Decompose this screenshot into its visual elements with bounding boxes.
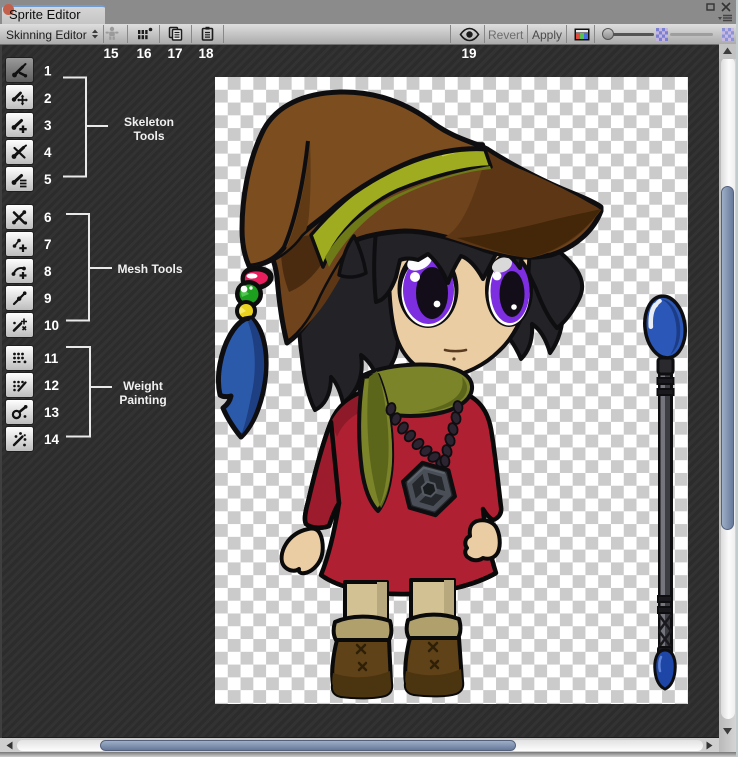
svg-text:3: 3 [44,118,52,133]
svg-text:Tools: Tools [133,129,164,143]
svg-text:6: 6 [44,210,52,225]
svg-text:Skeleton: Skeleton [124,115,174,129]
svg-text:2: 2 [44,91,52,106]
svg-text:14: 14 [44,432,60,447]
svg-text:11: 11 [44,351,59,366]
svg-text:Mesh Tools: Mesh Tools [117,262,182,276]
svg-text:1: 1 [44,64,52,79]
svg-text:12: 12 [44,378,59,393]
svg-text:4: 4 [44,145,52,160]
svg-text:9: 9 [44,291,52,306]
svg-text:7: 7 [44,237,52,252]
svg-text:5: 5 [44,172,52,187]
svg-text:8: 8 [44,264,52,279]
svg-text:13: 13 [44,405,60,420]
svg-text:Painting: Painting [119,393,166,407]
svg-text:Weight: Weight [123,379,163,393]
svg-text:10: 10 [44,318,59,333]
